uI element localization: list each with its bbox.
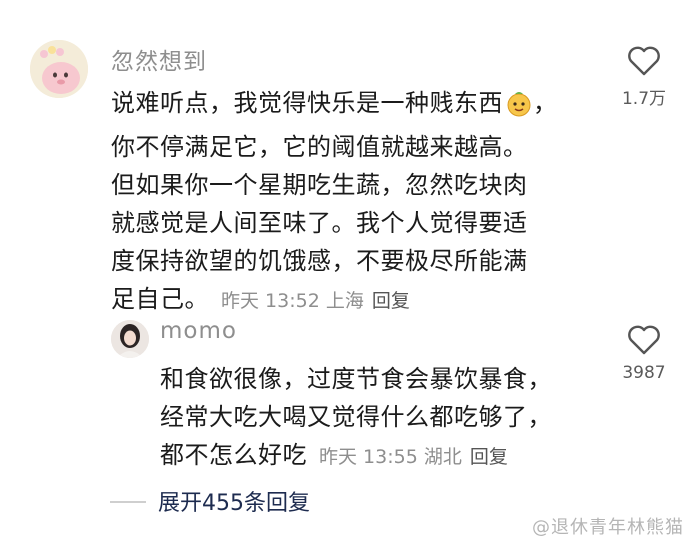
reply-line-3: 都不怎么好吃 昨天 13:55 湖北 回复 — [160, 441, 508, 469]
reply-line-1: 和食欲很像，过度节食会暴饮暴食， — [160, 365, 552, 393]
reply-meta: 昨天 13:55 湖北 回复 — [319, 446, 508, 468]
comment-username[interactable]: 忽然想到 — [111, 42, 207, 76]
reply-body: 和食欲很像，过度节食会暴饮暴食， 经常大吃大喝又觉得什么都吃够了， 都不怎么好吃… — [160, 360, 580, 476]
comment-line-4: 就感觉是人间至味了。我个人觉得要适 — [111, 209, 528, 237]
heart-outline-icon — [628, 325, 660, 355]
reply-timestamp: 昨天 13:55 — [319, 446, 418, 468]
like-count: 1.7万 — [621, 89, 667, 109]
user-photo-icon — [111, 320, 149, 358]
reply-like-button[interactable]: 3987 — [612, 325, 676, 383]
reply-location: 湖北 — [423, 446, 462, 468]
reply-username[interactable]: momo — [160, 318, 237, 344]
reply-user-avatar[interactable] — [111, 320, 149, 358]
comment-meta: 昨天 13:52 上海 回复 — [221, 290, 410, 312]
pink-character-icon — [30, 40, 88, 98]
watermark: @退休青年林熊猫 — [532, 517, 684, 538]
comment-line-6: 足自己。 昨天 13:52 上海 回复 — [111, 285, 410, 313]
comment-line-5: 度保持欲望的饥饿感，不要极尽所能满 — [111, 247, 528, 275]
comment-body: 说难听点，我觉得快乐是一种贱东西， 你不停满足它，它的阈值就越来越高。 但如果你… — [111, 84, 591, 320]
like-button[interactable]: 1.7万 — [612, 46, 676, 109]
expand-divider — [110, 501, 146, 503]
reply-like-count: 3987 — [622, 363, 666, 383]
reply-line-2: 经常大吃大喝又觉得什么都吃够了， — [160, 403, 552, 431]
user-avatar[interactable] — [30, 40, 88, 98]
expand-replies-button[interactable]: 展开455条回复 — [110, 485, 310, 517]
comment-timestamp: 昨天 13:52 — [221, 290, 320, 312]
comment-line-3: 但如果你一个星期吃生蔬，忽然吃块肉 — [111, 171, 528, 199]
heart-outline-icon — [628, 46, 660, 76]
expand-replies-label: 展开455条回复 — [158, 491, 310, 516]
comment-line-2: 你不停满足它，它的阈值就越来越高。 — [111, 133, 528, 161]
comment-location: 上海 — [325, 290, 364, 312]
reply-reply-button[interactable]: 回复 — [470, 446, 508, 468]
comment-line-1: 说难听点，我觉得快乐是一种贱东西， — [111, 84, 591, 128]
smiling-fruit-emoji-icon — [505, 89, 533, 128]
reply-button[interactable]: 回复 — [372, 290, 410, 312]
